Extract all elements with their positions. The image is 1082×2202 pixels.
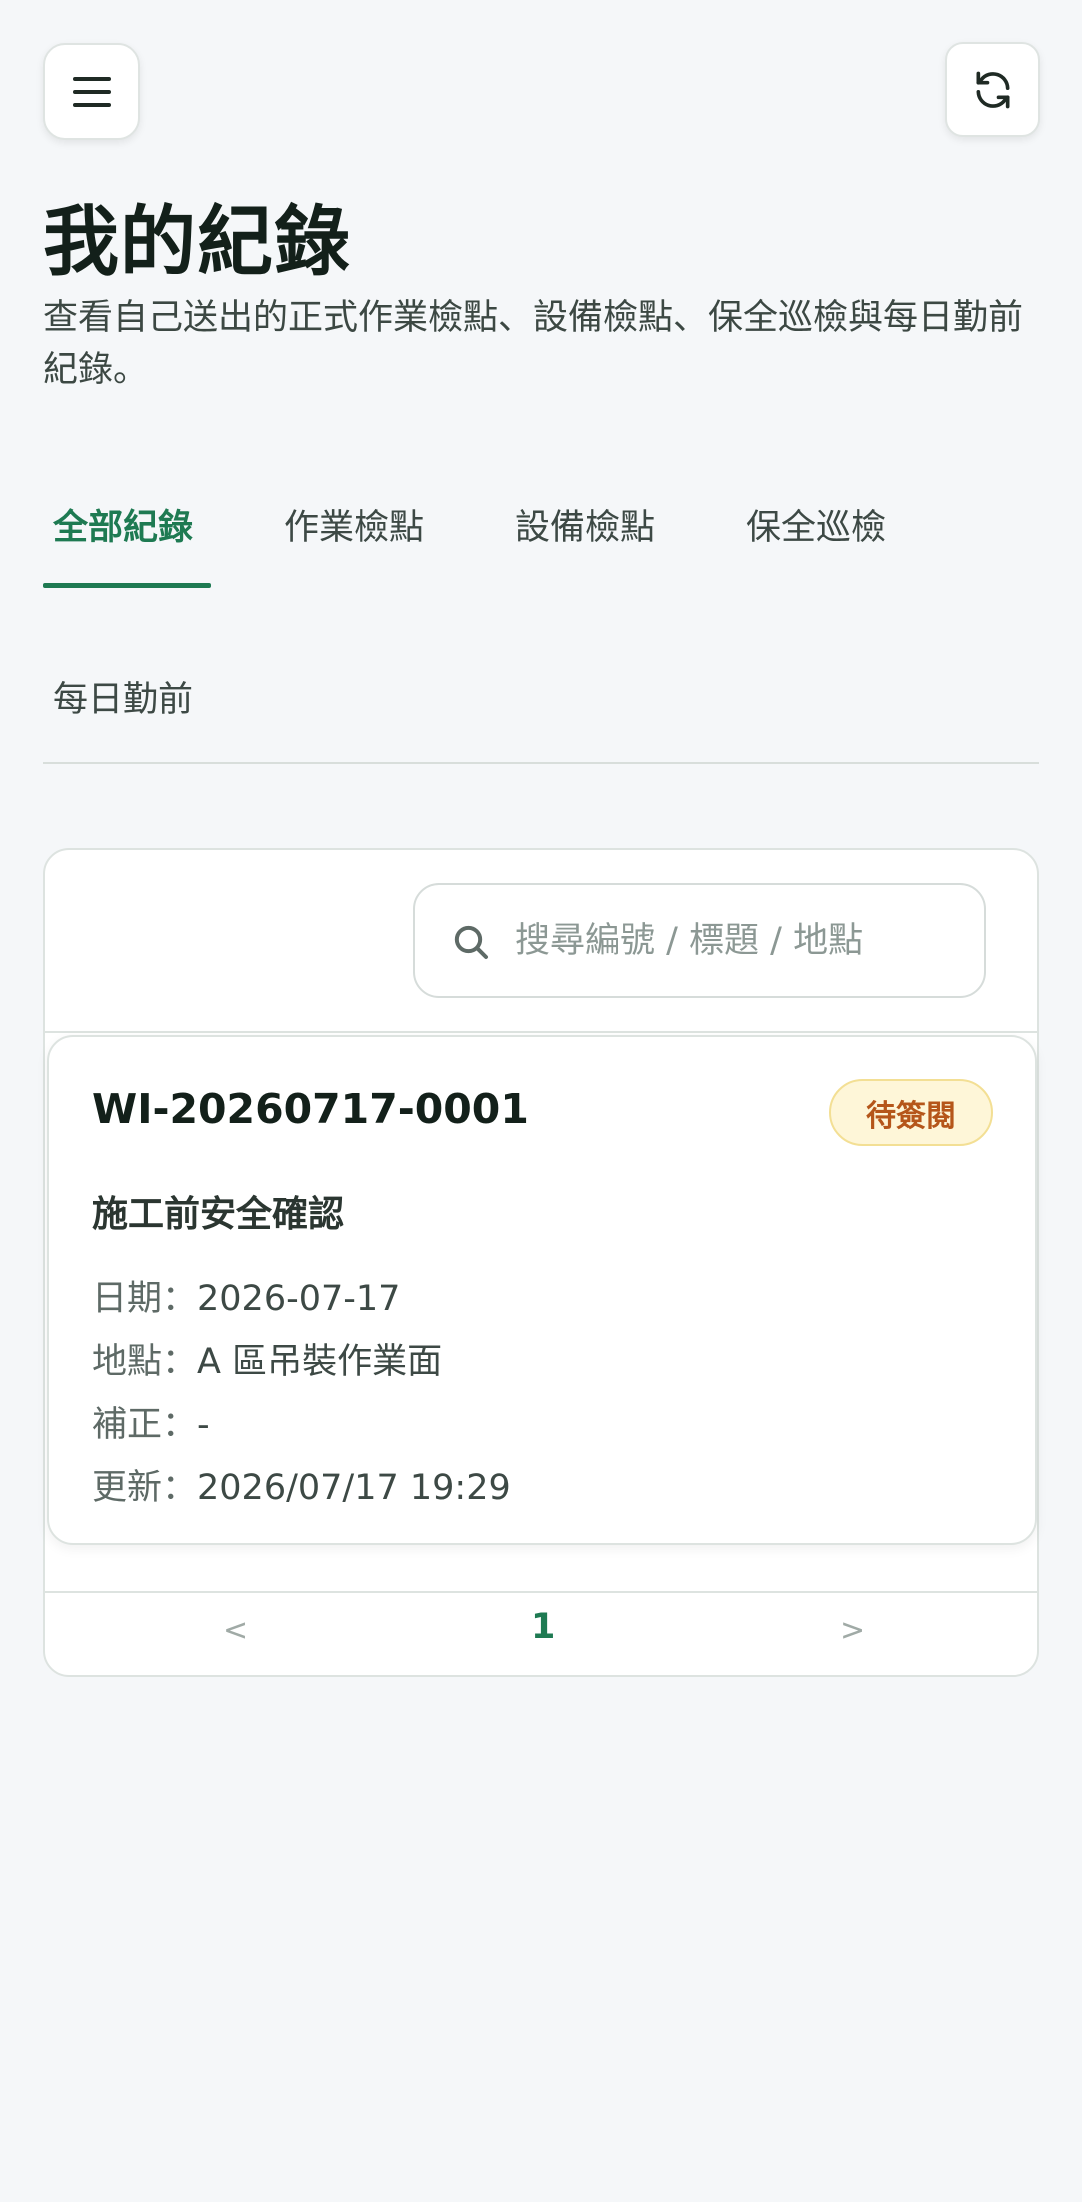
status-badge: 待簽閱 bbox=[829, 1079, 993, 1146]
record-date-label: 日期： bbox=[92, 1279, 198, 1319]
page-description: 查看自己送出的正式作業檢點、設備檢點、保全巡檢與每日勤前紀錄。 bbox=[43, 298, 1024, 390]
record-title: 施工前安全確認 bbox=[92, 1194, 345, 1235]
page-title: 我的紀錄 bbox=[43, 197, 351, 286]
record-updated-value: 2026/07/17 19:29 bbox=[197, 1468, 511, 1508]
record-correction-label: 補正： bbox=[92, 1405, 198, 1445]
search-box[interactable] bbox=[413, 883, 986, 998]
refresh-button[interactable] bbox=[945, 42, 1040, 137]
record-updated: 更新：2026/07/17 19:29 bbox=[92, 1459, 511, 1510]
search-input[interactable] bbox=[515, 905, 955, 977]
pagination-page-1[interactable]: 1 bbox=[531, 1607, 555, 1647]
records-panel: WI-20260717-0001 待簽閱 施工前安全確認 日期：2026-07-… bbox=[43, 848, 1039, 1677]
tab-work-inspection[interactable]: 作業檢點 bbox=[274, 480, 434, 588]
tab-equipment-inspection[interactable]: 設備檢點 bbox=[505, 480, 665, 588]
record-date-value: 2026-07-17 bbox=[197, 1279, 401, 1319]
record-id: WI-20260717-0001 bbox=[92, 1085, 529, 1133]
record-date: 日期：2026-07-17 bbox=[92, 1270, 400, 1321]
record-location-label: 地點： bbox=[92, 1342, 198, 1382]
search-row bbox=[45, 850, 1037, 1033]
record-correction: 補正：- bbox=[92, 1396, 210, 1447]
pagination-prev-button[interactable]: < bbox=[223, 1613, 248, 1648]
search-icon bbox=[454, 925, 488, 959]
tab-all-records[interactable]: 全部紀錄 bbox=[43, 480, 211, 588]
record-card[interactable]: WI-20260717-0001 待簽閱 施工前安全確認 日期：2026-07-… bbox=[47, 1035, 1037, 1545]
record-updated-label: 更新： bbox=[92, 1468, 198, 1508]
record-location: 地點：A 區吊裝作業面 bbox=[92, 1333, 442, 1384]
record-type-tabs: 全部紀錄 作業檢點 設備檢點 保全巡檢 每日勤前 bbox=[43, 480, 1039, 764]
my-records-page: 我的紀錄 查看自己送出的正式作業檢點、設備檢點、保全巡檢與每日勤前紀錄。 全部紀… bbox=[0, 0, 1082, 2202]
pagination: < 1 > bbox=[45, 1591, 1037, 1677]
tab-daily-briefing[interactable]: 每日勤前 bbox=[43, 652, 203, 760]
record-correction-value: - bbox=[197, 1405, 210, 1445]
tab-security-patrol[interactable]: 保全巡檢 bbox=[736, 480, 896, 588]
refresh-icon bbox=[976, 71, 1009, 108]
pagination-next-button[interactable]: > bbox=[840, 1613, 865, 1648]
hamburger-menu-icon bbox=[72, 76, 111, 107]
record-location-value: A 區吊裝作業面 bbox=[197, 1342, 443, 1382]
menu-button[interactable] bbox=[43, 43, 140, 140]
